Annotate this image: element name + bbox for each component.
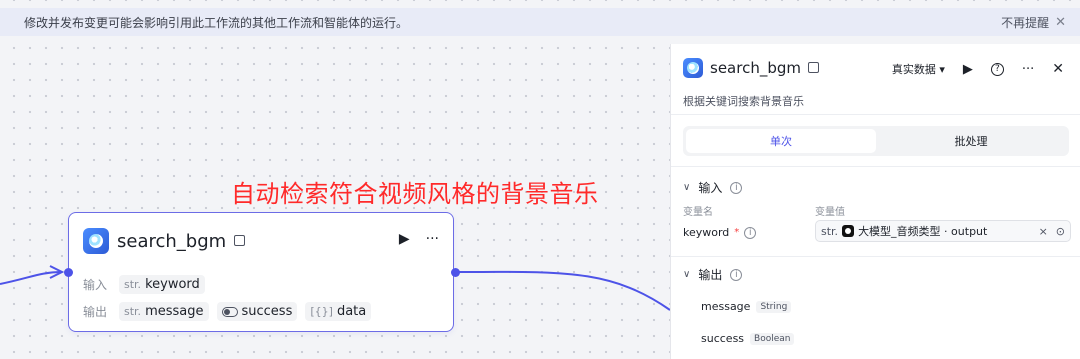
input-section-header[interactable]: ∨ 输入 i — [683, 179, 743, 196]
chevron-down-icon: ▾ — [939, 63, 945, 76]
node-input-label: 输入 — [83, 278, 108, 292]
column-header-value: 变量值 — [815, 207, 845, 218]
info-icon: i — [744, 226, 757, 239]
close-icon[interactable]: ✕ — [1052, 61, 1064, 77]
more-icon[interactable]: ··· — [426, 231, 439, 247]
input-section-title: 输入 — [698, 181, 723, 195]
param-keyword: keyword * i — [683, 226, 757, 239]
llm-node-icon — [842, 225, 855, 237]
output-name: message — [701, 300, 751, 313]
annotation-caption: 自动检索符合视频风格的背景音乐 — [231, 180, 599, 208]
output-chip-data: [{}] data — [305, 302, 372, 321]
output-name: data — [336, 304, 367, 319]
info-icon: i — [730, 268, 743, 281]
panel-description: 根据关键词搜索背景音乐 — [683, 95, 804, 108]
type-str-icon: str. — [124, 278, 142, 291]
output-name: success — [701, 332, 745, 345]
target-icon[interactable]: ⊙ — [1056, 225, 1065, 238]
incoming-edge — [0, 271, 63, 285]
node-input-port[interactable] — [64, 268, 73, 277]
param-name: keyword — [683, 226, 730, 239]
output-chip-success: success — [216, 302, 298, 321]
chevron-down-icon: ∨ — [683, 182, 691, 193]
type-array-object-icon: [{}] — [310, 305, 333, 318]
chevron-down-icon: ∨ — [683, 269, 691, 280]
tab-single[interactable]: 单次 — [686, 129, 876, 153]
tab-batch[interactable]: 批处理 — [876, 129, 1066, 153]
node-output-row: 输出 str. message success [{}] data — [83, 302, 372, 321]
output-item-success: success Boolean — [701, 332, 795, 345]
workflow-node-search-bgm[interactable]: search_bgm ▶ ··· 输入 str. keyword 输出 str.… — [68, 212, 454, 332]
boolean-toggle-icon — [221, 306, 238, 317]
node-input-row: 输入 str. keyword — [83, 275, 205, 294]
save-icon — [807, 61, 819, 73]
run-mode-label: 真实数据 — [891, 63, 936, 76]
info-icon: i — [730, 181, 743, 194]
run-mode-dropdown[interactable]: 真实数据 ▾ — [892, 61, 945, 77]
node-title: search_bgm — [117, 230, 227, 252]
output-item-message: message String — [701, 300, 792, 313]
run-tabs: 单次 批处理 — [683, 126, 1069, 156]
output-name: message — [145, 304, 204, 319]
panel-toolbar: 真实数据 ▾ ▶ ? ··· ✕ — [892, 61, 1064, 77]
divider — [671, 114, 1080, 115]
output-chip-message: str. message — [119, 302, 209, 321]
node-output-label: 输出 — [83, 305, 108, 319]
app-icon — [83, 228, 109, 254]
required-mark: * — [734, 227, 740, 238]
output-section-title: 输出 — [698, 268, 723, 282]
help-icon[interactable]: ? — [990, 62, 1004, 76]
panel-header: search_bgm — [683, 58, 819, 78]
type-str-icon: str. — [124, 305, 142, 318]
divider — [671, 166, 1080, 167]
column-header-name: 变量名 — [683, 207, 713, 218]
input-name: keyword — [145, 277, 200, 292]
app-icon — [683, 58, 703, 78]
panel-title: search_bgm — [710, 59, 801, 77]
type-str-icon: str. — [821, 224, 839, 238]
play-icon[interactable]: ▶ — [399, 231, 410, 247]
save-icon — [234, 234, 246, 246]
divider — [671, 256, 1080, 257]
variable-reference-field[interactable]: str. 大模型_音频类型 · output × ⊙ — [815, 220, 1071, 242]
clear-icon[interactable]: × — [1039, 225, 1048, 238]
output-name: success — [241, 304, 293, 319]
more-icon[interactable]: ··· — [1022, 62, 1034, 77]
node-config-panel: search_bgm 真实数据 ▾ ▶ ? ··· ✕ 根据关键词搜索背景音乐 … — [670, 44, 1080, 359]
reference-source: 大模型_音频类型 · output — [858, 225, 988, 238]
output-type-tag: Boolean — [750, 332, 795, 345]
output-section-header[interactable]: ∨ 输出 i — [683, 266, 743, 283]
node-output-port[interactable] — [451, 268, 460, 277]
output-type-tag: String — [756, 300, 792, 313]
node-header: search_bgm — [83, 228, 246, 254]
outgoing-edge — [457, 270, 671, 311]
play-icon[interactable]: ▶ — [963, 62, 973, 77]
input-chip-keyword: str. keyword — [119, 275, 205, 294]
node-controls: ▶ ··· — [399, 231, 439, 247]
